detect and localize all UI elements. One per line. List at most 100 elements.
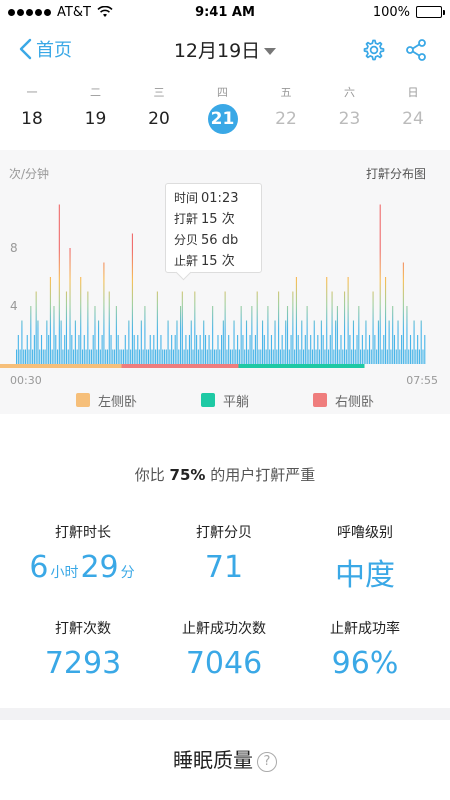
y-tick-label: 4 bbox=[10, 299, 18, 313]
snore-bar bbox=[263, 335, 265, 364]
snore-bar bbox=[326, 277, 328, 364]
snore-bar bbox=[347, 277, 349, 364]
snore-bar bbox=[274, 320, 276, 364]
wifi-icon bbox=[97, 6, 113, 17]
stat-snore-duration: 打鼾时长 6 小时29 分 bbox=[8, 522, 158, 585]
snore-bar bbox=[24, 349, 27, 364]
snore-bar bbox=[392, 306, 394, 364]
snore-bar bbox=[335, 320, 337, 364]
day-number: 24 bbox=[402, 109, 424, 129]
day-number: 21 bbox=[207, 104, 238, 134]
snore-bar bbox=[196, 335, 198, 364]
day-number: 22 bbox=[275, 109, 297, 129]
snore-bar bbox=[28, 349, 30, 364]
snore-bar bbox=[349, 335, 351, 364]
snore-bar bbox=[272, 349, 274, 364]
snore-bar bbox=[135, 349, 137, 364]
day-number: 19 bbox=[84, 109, 107, 129]
snore-bar bbox=[74, 320, 76, 364]
snore-bar bbox=[338, 349, 340, 364]
snore-bar bbox=[131, 233, 133, 364]
snore-bar bbox=[122, 349, 125, 364]
snore-bar bbox=[49, 277, 51, 364]
help-icon[interactable]: ? bbox=[257, 751, 277, 772]
snore-bar bbox=[67, 349, 69, 364]
snore-bar bbox=[57, 349, 59, 364]
tooltip-db-label: 分贝 bbox=[174, 233, 199, 247]
snore-bar bbox=[270, 335, 273, 364]
snore-bar bbox=[310, 335, 312, 364]
snore-bar bbox=[217, 335, 219, 364]
chart-title: 打鼾分布图 bbox=[366, 166, 426, 181]
snore-bar bbox=[308, 349, 310, 364]
day-number: 18 bbox=[21, 109, 43, 129]
day-cell[interactable]: 日 24 bbox=[389, 84, 437, 134]
snore-bar bbox=[336, 306, 338, 364]
snore-bar bbox=[26, 335, 28, 364]
snore-bar bbox=[345, 349, 347, 364]
snore-bar bbox=[283, 349, 285, 364]
share-icon[interactable] bbox=[404, 38, 428, 62]
snore-bar bbox=[142, 349, 144, 364]
snore-bar bbox=[128, 320, 130, 364]
weekday-label: 日 bbox=[407, 86, 419, 99]
snore-bar bbox=[44, 349, 46, 364]
snore-bar bbox=[108, 291, 110, 364]
day-cell[interactable]: 五 22 bbox=[262, 84, 310, 134]
snore-bar bbox=[219, 349, 221, 364]
stat-stop-count: 止鼾成功次数 7046 bbox=[149, 618, 299, 681]
comparison-text: 你比 75% 的用户打鼾严重 bbox=[0, 464, 450, 485]
sleep-quality-header: 睡眠质量? bbox=[0, 744, 450, 773]
snore-bar bbox=[262, 320, 264, 364]
snore-bar bbox=[313, 320, 315, 364]
snore-bar bbox=[413, 320, 415, 364]
day-cell[interactable]: 四 21 bbox=[199, 84, 247, 134]
snore-bar bbox=[17, 335, 19, 364]
snore-bar bbox=[60, 320, 62, 364]
navbar: 首页 12月19日 bbox=[0, 24, 450, 76]
snore-bar bbox=[23, 349, 25, 364]
snore-bar bbox=[185, 335, 187, 364]
snore-bar bbox=[213, 349, 215, 364]
snore-bar bbox=[281, 335, 283, 364]
weekday-label: 三 bbox=[153, 86, 165, 99]
snore-bar bbox=[121, 349, 123, 364]
snore-bar bbox=[112, 349, 114, 364]
day-cell[interactable]: 二 19 bbox=[72, 84, 120, 134]
day-cell[interactable]: 三 20 bbox=[135, 84, 183, 134]
position-segment bbox=[0, 364, 122, 368]
status-right: 100% bbox=[292, 5, 445, 20]
snore-bar bbox=[64, 335, 66, 364]
snore-bar bbox=[386, 349, 388, 364]
snore-bar bbox=[197, 349, 199, 364]
snore-bar bbox=[247, 349, 249, 364]
snore-bar bbox=[212, 306, 214, 364]
snore-bar bbox=[39, 349, 41, 364]
snore-bar bbox=[187, 349, 189, 364]
tooltip-time-label: 时间 bbox=[174, 191, 199, 205]
snore-bar bbox=[333, 349, 335, 364]
snore-bar bbox=[363, 349, 365, 364]
snore-bar bbox=[87, 291, 89, 364]
snore-bar bbox=[249, 335, 251, 364]
snore-bar bbox=[30, 306, 32, 364]
stat-label: 打鼾分贝 bbox=[196, 525, 252, 541]
snore-bar bbox=[368, 335, 371, 364]
snore-bar bbox=[99, 349, 101, 364]
day-cell[interactable]: 一 18 bbox=[8, 84, 56, 134]
snore-bar bbox=[304, 335, 306, 364]
snore-bar bbox=[306, 306, 308, 364]
snore-bar bbox=[206, 349, 208, 364]
snore-bar bbox=[160, 335, 162, 364]
day-cell[interactable]: 六 23 bbox=[326, 84, 374, 134]
snore-bar bbox=[285, 320, 287, 364]
snore-bar bbox=[204, 335, 207, 364]
snore-bar bbox=[192, 349, 194, 364]
snore-bar bbox=[331, 291, 333, 364]
snore-bar bbox=[55, 335, 57, 364]
snore-bar bbox=[367, 349, 369, 364]
snore-bar bbox=[411, 349, 413, 364]
snore-bar bbox=[229, 349, 232, 364]
snore-bar bbox=[83, 335, 85, 364]
gear-icon[interactable] bbox=[362, 38, 386, 62]
